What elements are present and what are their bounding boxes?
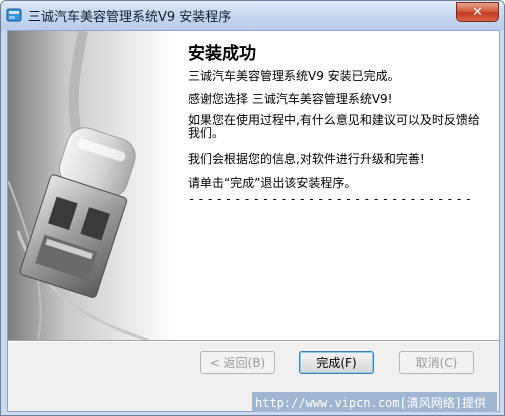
close-icon: ✕ (472, 4, 483, 20)
exit-instruction-text: 请单击“完成”退出该安装程序。 (188, 176, 357, 190)
page-title: 安装成功 (188, 44, 256, 64)
separator-line (8, 340, 499, 342)
finish-button[interactable]: 完成(F) (299, 351, 374, 374)
cancel-button[interactable]: 取消(C) (399, 351, 474, 374)
wizard-body: 安装成功 三诚汽车美容管理系统V9 安装已完成。 感谢您选择 三诚汽车美容管理系… (7, 30, 500, 412)
back-button[interactable]: < 返回(B) (200, 351, 275, 374)
thanks-text: 感谢您选择 三诚汽车美容管理系统V9! (188, 92, 393, 106)
installer-window: 三诚汽车美容管理系统V9 安装程序 ✕ 安装成功 三诚汽车美容管理系统V9 安装… (0, 0, 505, 416)
completion-text: 三诚汽车美容管理系统V9 安装已完成。 (188, 69, 400, 83)
watermark-text: http://www.vipcn.com[清风网络]提供 (255, 396, 486, 410)
installer-icon (6, 7, 22, 23)
close-button[interactable]: ✕ (456, 2, 499, 22)
feedback-text: 如果您在使用过程中,有什么意见和建议可以及时反馈给我们。 (188, 113, 480, 140)
dashed-divider: ------------------------------- (188, 192, 474, 206)
content-panel: 安装成功 三诚汽车美容管理系统V9 安装已完成。 感谢您选择 三诚汽车美容管理系… (173, 31, 499, 340)
upgrade-text: 我们会根据您的信息,对软件进行升级和完善! (188, 152, 425, 166)
usb-plug-image (8, 31, 173, 340)
title-bar[interactable]: 三诚汽车美容管理系统V9 安装程序 ✕ (1, 1, 504, 30)
window-title: 三诚汽车美容管理系统V9 安装程序 (28, 10, 232, 25)
